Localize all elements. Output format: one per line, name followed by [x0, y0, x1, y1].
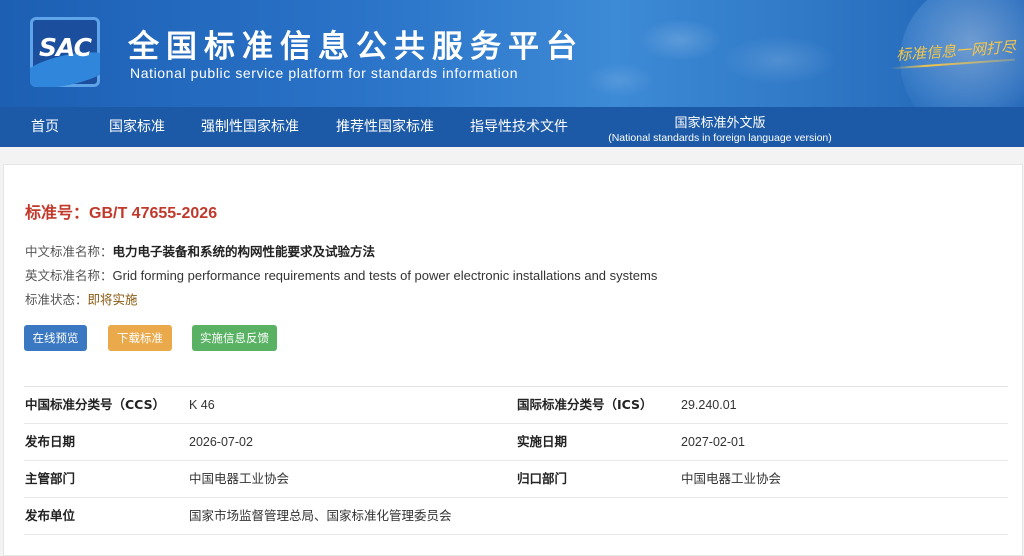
table-row: 发布单位 国家市场监督管理总局、国家标准化管理委员会: [24, 498, 1008, 535]
download-standard-button[interactable]: 下载标准: [108, 325, 172, 351]
cn-name-value: 电力电子装备和系统的构网性能要求及试验方法: [112, 244, 376, 259]
ccs-value: K 46: [189, 398, 215, 412]
status-value: 即将实施: [87, 292, 138, 307]
implementation-date-value: 2027-02-01: [681, 435, 745, 449]
details-table: 中国标准分类号（CCS） K 46 国际标准分类号（ICS） 29.240.01…: [24, 386, 1008, 535]
nav-item-national-standards[interactable]: 国家标准: [109, 107, 165, 147]
standard-number: 标准号：GB/T 47655-2026: [25, 199, 217, 223]
status-row: 标准状态：即将实施: [25, 289, 138, 308]
release-date-label: 发布日期: [25, 434, 76, 449]
status-label: 标准状态：: [25, 292, 88, 307]
world-map-decoration: [560, 0, 890, 107]
standard-number-value: GB/T 47655-2026: [89, 205, 218, 222]
ccs-label: 中国标准分类号（CCS）: [25, 397, 166, 412]
standard-number-label: 标准号：: [25, 205, 90, 222]
nav-item-foreign-language-version[interactable]: 国家标准外文版 (National standards in foreign l…: [604, 107, 836, 147]
implementation-date-label: 实施日期: [517, 434, 568, 449]
nav-item-recommended-standards[interactable]: 推荐性国家标准: [336, 107, 434, 147]
ics-value: 29.240.01: [681, 398, 737, 412]
implementation-feedback-button[interactable]: 实施信息反馈: [192, 325, 277, 351]
cn-name-row: 中文标准名称：电力电子装备和系统的构网性能要求及试验方法: [25, 241, 375, 260]
table-row: 中国标准分类号（CCS） K 46 国际标准分类号（ICS） 29.240.01: [24, 387, 1008, 424]
table-row: 主管部门 中国电器工业协会 归口部门 中国电器工业协会: [24, 461, 1008, 498]
online-preview-button[interactable]: 在线预览: [24, 325, 87, 351]
ics-label: 国际标准分类号（ICS）: [517, 397, 653, 412]
standard-detail-card: 标准号：GB/T 47655-2026 中文标准名称：电力电子装备和系统的构网性…: [3, 164, 1023, 556]
en-name-value: Grid forming performance requirements an…: [112, 268, 658, 283]
centralized-department-value: 中国电器工业协会: [681, 472, 782, 486]
nav-item-mandatory-standards[interactable]: 强制性国家标准: [201, 107, 299, 147]
release-date-value: 2026-07-02: [189, 435, 253, 449]
site-subtitle: National public service platform for sta…: [130, 65, 519, 81]
sac-logo[interactable]: SAC: [30, 17, 100, 87]
nav-item-home[interactable]: 首页: [31, 107, 59, 147]
main-nav: 首页 国家标准 强制性国家标准 推荐性国家标准 指导性技术文件 国家标准外文版 …: [0, 107, 1024, 147]
issuing-unit-label: 发布单位: [25, 508, 76, 523]
nav-foreign-sublabel: (National standards in foreign language …: [608, 132, 832, 144]
logo-text: SAC: [39, 33, 92, 62]
competent-department-value: 中国电器工业协会: [189, 472, 290, 486]
nav-item-guidance-documents[interactable]: 指导性技术文件: [470, 107, 568, 147]
en-name-label: 英文标准名称：: [25, 268, 113, 283]
competent-department-label: 主管部门: [25, 471, 76, 486]
table-row: 发布日期 2026-07-02 实施日期 2027-02-01: [24, 424, 1008, 461]
header-banner: SAC 全国标准信息公共服务平台 National public service…: [0, 0, 1024, 107]
centralized-department-label: 归口部门: [517, 471, 568, 486]
nav-foreign-label: 国家标准外文版: [674, 116, 766, 131]
issuing-unit-value: 国家市场监督管理总局、国家标准化管理委员会: [189, 509, 452, 523]
en-name-row: 英文标准名称：Grid forming performance requirem…: [25, 265, 657, 284]
site-title: 全国标准信息公共服务平台: [128, 29, 584, 65]
cn-name-label: 中文标准名称：: [25, 244, 113, 259]
